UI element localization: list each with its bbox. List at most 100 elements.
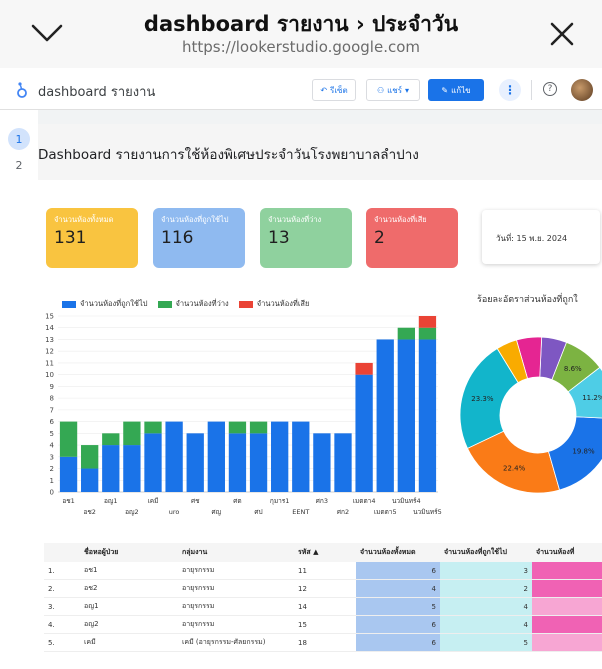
total-rooms: 6 [356,562,440,580]
bar-segment [271,421,289,492]
table-header[interactable]: กลุ่มงาน [178,543,294,562]
bar-segment [292,421,310,492]
reset-label: รีเซ็ต [330,85,348,95]
bar-segment [418,327,437,340]
user-avatar[interactable] [571,79,593,101]
bar-segment [59,456,78,492]
used-rooms: 5 [440,633,532,652]
y-tick-label: 3 [50,453,54,461]
x-tick-label: ศป [254,508,262,516]
total-rooms: 4 [356,579,440,598]
row-index: 3. [44,597,80,616]
bar-segment [228,433,247,492]
kpi-value: 131 [54,228,87,248]
bar-segment [102,433,120,446]
bar-segment [228,421,247,434]
table-header[interactable]: ชื่อหอผู้ป่วย [80,543,178,562]
row-index: 4. [44,615,80,634]
reset-button[interactable]: ↶ รีเซ็ต [312,79,356,101]
bar-segment [59,421,78,457]
ward-code: 11 [294,562,356,580]
y-tick-label: 6 [50,418,55,426]
ward-name: อช2 [80,579,178,598]
donut-slice-label: 8.6% [564,365,582,373]
looker-studio-logo-icon[interactable] [14,81,30,99]
table-row: 2. อช2 อายุรกรรม 12 4 2 [44,579,602,598]
total-rooms: 6 [356,633,440,652]
department: อายุรกรรม [178,562,294,580]
edit-button[interactable]: ✎ แก้ไข [428,79,484,101]
department: อายุรกรรม [178,615,294,634]
kpi-total-rooms: จำนวนห้องทั้งหมด 131 [46,208,138,268]
share-label: แชร์ [387,85,403,95]
x-tick-label: ศต [233,497,241,505]
stacked-bar-chart: 0123456789101112131415อช1อช2อญ1อญ2เคมีur… [45,313,442,517]
toolbar-divider [531,80,532,100]
used-rooms: 4 [440,597,532,616]
y-tick-label: 2 [50,465,54,473]
table-row: 5. เคมี เคมี (อายุรกรรม-ศัลยกรรม) 18 6 5 [44,633,602,652]
bar-segment [376,339,394,492]
close-icon[interactable] [546,18,578,50]
y-tick-label: 9 [50,383,54,391]
page-2-tab[interactable]: 2 [8,154,30,176]
x-tick-label: กุมาร1 [270,497,290,505]
kpi-value: 116 [161,228,194,248]
legend-swatch [157,300,172,308]
kpi-value: 13 [268,228,290,248]
x-tick-label: อช2 [83,508,95,516]
add-person-icon: ⚇ [376,85,385,95]
x-tick-label: เมตตา5 [374,508,397,516]
bar-segment [123,445,141,492]
page-1-tab[interactable]: 1 [8,128,30,150]
bar-segment [165,421,183,492]
bar-segment [355,374,373,492]
y-tick-label: 4 [50,442,55,450]
y-tick-label: 12 [45,348,54,356]
more-options-icon[interactable]: ⋮ [499,79,521,101]
ward-name: อช1 [80,562,178,580]
used-rooms: 2 [440,579,532,598]
table-header[interactable]: จำนวนห้องทั้งหมด [356,543,440,562]
bar-segment [144,421,162,434]
table-header[interactable]: จำนวนห้องที่ [532,543,602,562]
x-tick-label: uro [169,508,180,516]
kpi-used-rooms: จำนวนห้องที่ถูกใช้ไป 116 [153,208,245,268]
x-tick-label: ศญ [211,508,221,516]
bar-segment [249,421,268,434]
kpi-label: จำนวนห้องที่เสีย [374,215,427,224]
table-header-sorted[interactable]: รหัส ▲ [294,543,356,562]
bar-segment [334,433,352,492]
table-header[interactable]: จำนวนห้องที่ถูกใช้ไป [440,543,532,562]
x-tick-label: นวมินทร์5 [413,508,442,516]
ward-name: เคมี [80,633,178,652]
legend-swatch [238,300,253,308]
bar-segment [355,362,373,375]
kpi-value: 2 [374,228,385,248]
y-tick-label: 14 [45,324,54,332]
y-tick-label: 7 [50,406,54,414]
help-icon[interactable]: ? [543,82,557,96]
x-tick-label: ศก2 [337,508,349,516]
kpi-label: จำนวนห้องทั้งหมด [54,215,114,224]
date-filter[interactable]: วันที่: 15 พ.ย. 2024 [482,210,600,264]
ward-table: ชื่อหอผู้ป่วย กลุ่มงาน รหัส ▲ จำนวนห้องท… [44,543,602,652]
table-header [44,543,80,562]
bar-segment [102,445,120,492]
bar-segment [81,468,99,492]
y-tick-label: 15 [45,313,54,321]
share-button[interactable]: ⚇ แชร์ ▾ [366,79,420,101]
x-tick-label: EENT [292,508,309,516]
bar-segment [123,421,141,446]
bar-segment [313,433,331,492]
y-tick-label: 10 [45,371,54,379]
bar-segment [186,433,204,492]
department: เคมี (อายุรกรรม-ศัลยกรรม) [178,633,294,652]
room-cell [532,615,602,634]
table-row: 1. อช1 อายุรกรรม 11 6 3 [44,562,602,580]
pencil-icon: ✎ [441,85,449,95]
dropdown-arrow-icon: ▾ [405,85,410,95]
total-rooms: 5 [356,597,440,616]
x-tick-label: อญ1 [104,497,118,505]
room-cell [532,633,602,652]
